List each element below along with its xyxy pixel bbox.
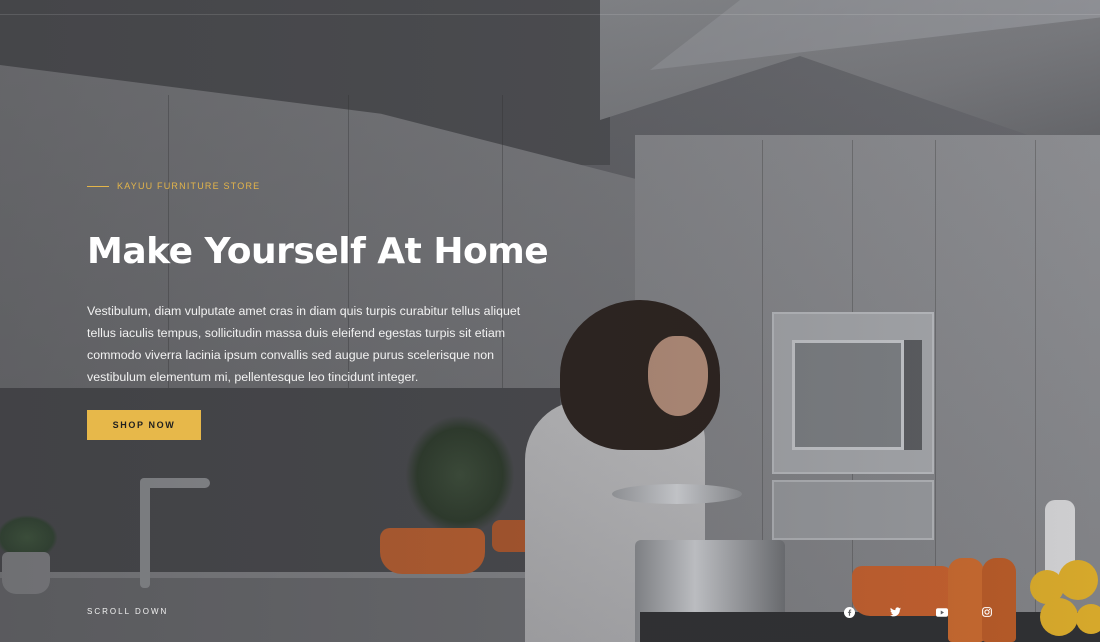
eyebrow-line <box>87 185 109 187</box>
hero-content: KAYUU FURNITURE STORE Make Yourself At H… <box>87 176 557 440</box>
facebook-icon <box>844 606 855 618</box>
twitter-link[interactable] <box>890 603 936 621</box>
eyebrow-label: KAYUU FURNITURE STORE <box>117 181 261 191</box>
youtube-icon <box>936 607 948 617</box>
twitter-icon <box>890 607 901 617</box>
header-divider <box>0 14 1100 15</box>
hero-description: Vestibulum, diam vulputate amet cras in … <box>87 304 521 384</box>
shop-now-button[interactable]: SHOP NOW <box>87 410 201 440</box>
hero-title: Make Yourself At Home <box>87 231 549 272</box>
eyebrow: KAYUU FURNITURE STORE <box>87 176 557 196</box>
social-links <box>844 603 1028 621</box>
scroll-down-link[interactable]: SCROLL DOWN <box>87 607 168 616</box>
hero-section: KAYUU FURNITURE STORE Make Yourself At H… <box>0 0 1100 642</box>
instagram-icon <box>982 607 992 617</box>
facebook-link[interactable] <box>844 603 890 621</box>
instagram-link[interactable] <box>982 603 1028 621</box>
youtube-link[interactable] <box>936 603 982 621</box>
